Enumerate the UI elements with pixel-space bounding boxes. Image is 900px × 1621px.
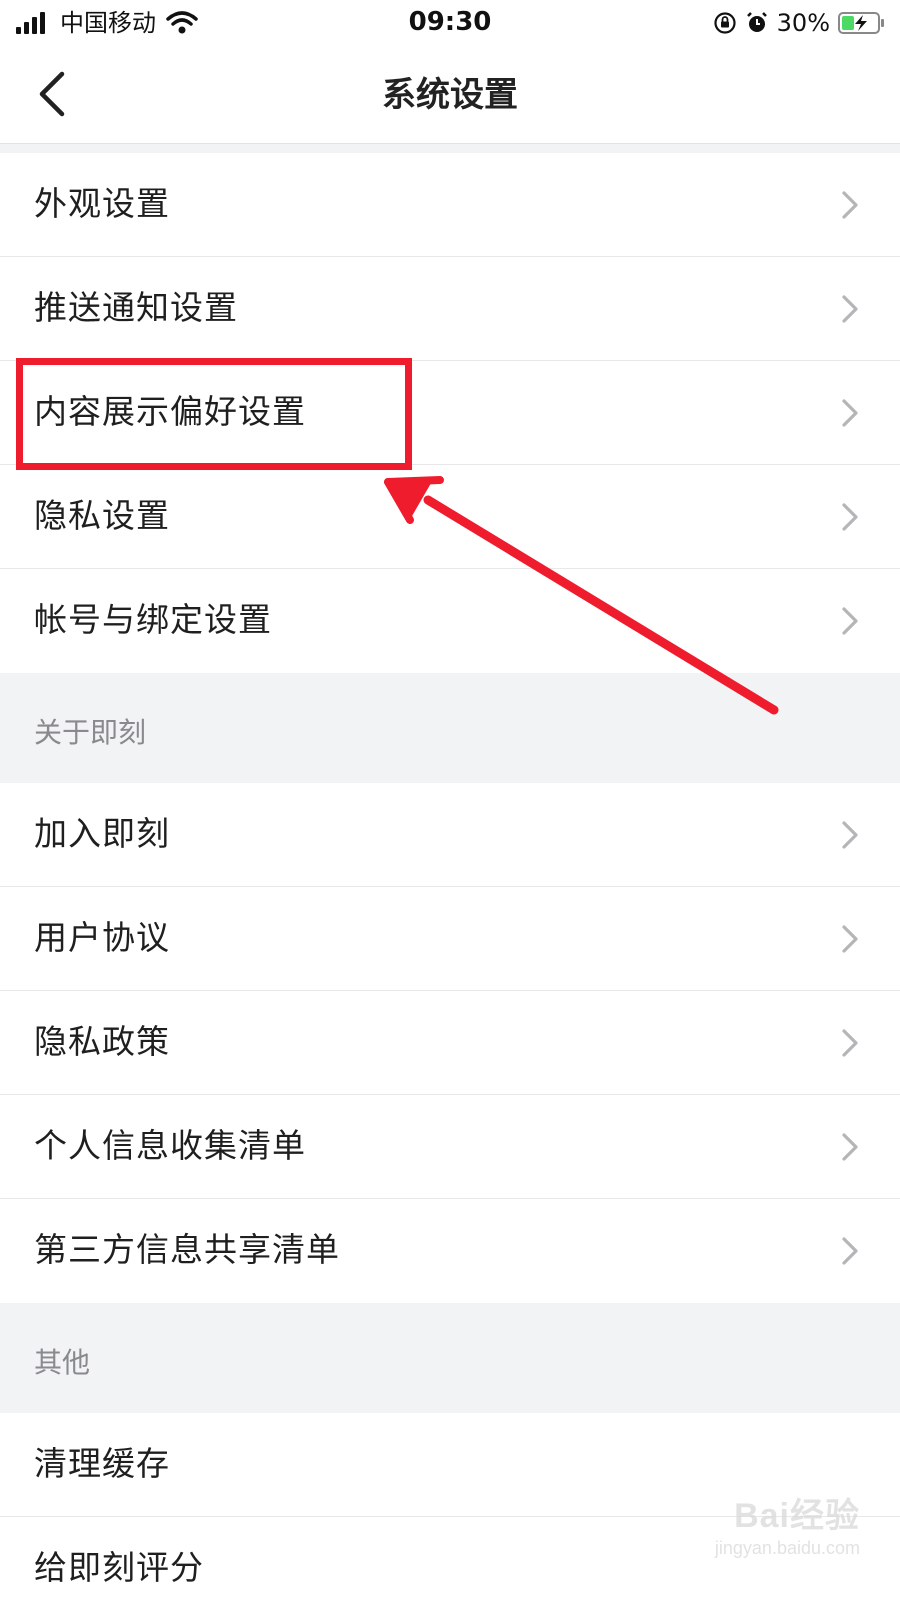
settings-item-privacy[interactable]: 隐私设置 bbox=[0, 465, 900, 569]
annotation-highlight-box bbox=[16, 358, 412, 470]
chevron-right-icon bbox=[840, 189, 860, 221]
other-item-label: 清理缓存 bbox=[34, 1441, 170, 1487]
settings-item-account-binding[interactable]: 帐号与绑定设置 bbox=[0, 569, 900, 673]
navigation-bar: 系统设置 bbox=[0, 46, 900, 144]
chevron-right-icon bbox=[840, 293, 860, 325]
top-spacer bbox=[0, 144, 900, 153]
chevron-right-icon bbox=[840, 605, 860, 637]
section-header-about: 关于即刻 bbox=[0, 673, 900, 783]
settings-item-label: 外观设置 bbox=[34, 181, 170, 227]
section-header-label: 关于即刻 bbox=[34, 713, 146, 753]
other-item-label: 给即刻评分 bbox=[34, 1545, 204, 1591]
watermark-url: jingyan.baidu.com bbox=[715, 1538, 860, 1559]
settings-item-appearance[interactable]: 外观设置 bbox=[0, 153, 900, 257]
page-title: 系统设置 bbox=[0, 72, 900, 118]
chevron-right-icon bbox=[840, 501, 860, 533]
section-header-label: 其他 bbox=[34, 1343, 90, 1383]
status-right: 30% bbox=[713, 8, 886, 38]
chevron-right-icon bbox=[840, 1131, 860, 1163]
section-header-other: 其他 bbox=[0, 1303, 900, 1413]
chevron-right-icon bbox=[840, 1027, 860, 1059]
about-item-privacy-policy[interactable]: 隐私政策 bbox=[0, 991, 900, 1095]
about-item-label: 第三方信息共享清单 bbox=[34, 1227, 340, 1273]
chevron-right-icon bbox=[840, 923, 860, 955]
about-item-label: 隐私政策 bbox=[34, 1019, 170, 1065]
about-group: 加入即刻 用户协议 隐私政策 个人信息收集清单 第三方信息共享清单 bbox=[0, 783, 900, 1303]
about-item-user-agreement[interactable]: 用户协议 bbox=[0, 887, 900, 991]
settings-item-label: 推送通知设置 bbox=[34, 285, 238, 331]
about-item-label: 个人信息收集清单 bbox=[34, 1123, 306, 1169]
chevron-right-icon bbox=[840, 397, 860, 429]
settings-item-label: 帐号与绑定设置 bbox=[34, 597, 272, 643]
about-item-label: 加入即刻 bbox=[34, 811, 170, 857]
battery-percent: 30% bbox=[777, 8, 830, 38]
status-bar: 中国移动 09:30 30% bbox=[0, 0, 900, 46]
about-item-third-party-sharing-list[interactable]: 第三方信息共享清单 bbox=[0, 1199, 900, 1303]
battery-charging-icon bbox=[838, 11, 886, 35]
settings-item-push-notifications[interactable]: 推送通知设置 bbox=[0, 257, 900, 361]
chevron-right-icon bbox=[840, 819, 860, 851]
about-item-personal-info-list[interactable]: 个人信息收集清单 bbox=[0, 1095, 900, 1199]
about-item-label: 用户协议 bbox=[34, 915, 170, 961]
watermark-logo: Bai经验 bbox=[734, 1488, 860, 1537]
settings-item-label: 隐私设置 bbox=[34, 493, 170, 539]
alarm-icon bbox=[745, 11, 769, 35]
baidu-jingyan-watermark: Bai经验 jingyan.baidu.com bbox=[670, 1488, 860, 1580]
chevron-right-icon bbox=[840, 1235, 860, 1267]
rotation-lock-icon bbox=[713, 11, 737, 35]
about-item-join[interactable]: 加入即刻 bbox=[0, 783, 900, 887]
